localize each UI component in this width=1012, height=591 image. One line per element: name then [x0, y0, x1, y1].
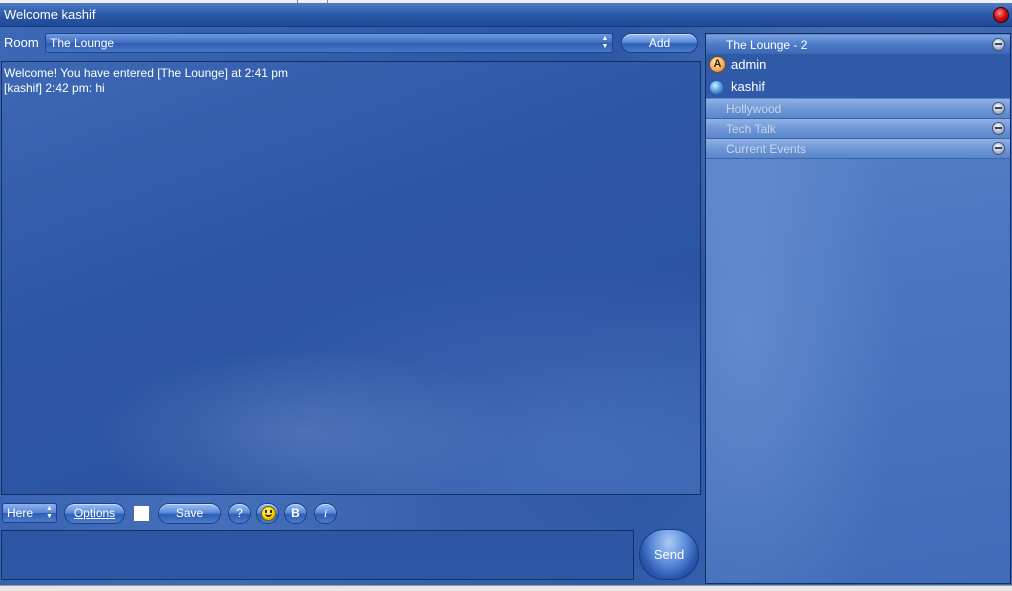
room-header-hollywood[interactable]: Hollywood [706, 99, 1010, 119]
room-header-current-events[interactable]: Current Events [706, 139, 1010, 159]
collapse-icon[interactable] [992, 38, 1005, 51]
room-name: The Lounge - 2 [726, 38, 808, 52]
add-room-button[interactable]: Add [621, 33, 698, 53]
room-select-value: The Lounge [50, 36, 115, 50]
select-arrows-icon[interactable]: ▲ ▼ [45, 505, 54, 521]
chat-app: Welcome kashif Room The Lounge ▲ ▼ Add We… [0, 0, 1012, 591]
smiley-icon [261, 506, 276, 521]
text-color-swatch[interactable] [133, 505, 150, 522]
help-button[interactable]: ? [228, 503, 251, 524]
save-button[interactable]: Save [158, 503, 221, 524]
user-row-kashif[interactable]: kashif [706, 76, 1010, 98]
emoticon-button[interactable] [256, 503, 279, 524]
room-list-panel: The Lounge - 2 A admin kashif Hollywood … [705, 33, 1011, 584]
user-name: admin [731, 57, 767, 72]
user-name: kashif [731, 79, 765, 94]
user-row-admin[interactable]: A admin [706, 54, 1010, 76]
collapse-icon[interactable] [992, 122, 1005, 135]
collapse-icon[interactable] [992, 142, 1005, 155]
room-select[interactable]: The Lounge ▲ ▼ [45, 33, 613, 53]
room-name: Current Events [726, 142, 807, 156]
send-button[interactable]: Send [639, 529, 699, 580]
room-header-the-lounge[interactable]: The Lounge - 2 [706, 35, 1010, 55]
select-arrows-icon[interactable]: ▲ ▼ [600, 35, 610, 51]
room-name: Hollywood [726, 102, 782, 116]
window-title: Welcome kashif [4, 7, 96, 22]
status-select[interactable]: Here ▲ ▼ [2, 503, 57, 523]
collapse-icon[interactable] [992, 102, 1005, 115]
admin-badge-icon: A [709, 56, 726, 73]
room-name: Tech Talk [726, 122, 776, 136]
status-select-value: Here [7, 506, 34, 520]
chat-log[interactable]: Welcome! You have entered [The Lounge] a… [1, 61, 701, 495]
title-bar: Welcome kashif [0, 3, 1012, 27]
room-header-tech-talk[interactable]: Tech Talk [706, 119, 1010, 139]
bold-button[interactable]: B [284, 503, 307, 524]
options-button[interactable]: Options [64, 503, 125, 524]
message-input[interactable] [1, 530, 634, 580]
bottom-strip [0, 585, 1012, 591]
chat-message: [kashif] 2:42 pm: hi [4, 81, 105, 95]
user-list: A admin kashif [706, 54, 1010, 98]
close-icon[interactable] [993, 7, 1009, 23]
italic-button[interactable]: i [314, 503, 337, 524]
room-label: Room [4, 35, 39, 50]
user-status-icon [710, 81, 723, 94]
chat-message: Welcome! You have entered [The Lounge] a… [4, 66, 288, 80]
